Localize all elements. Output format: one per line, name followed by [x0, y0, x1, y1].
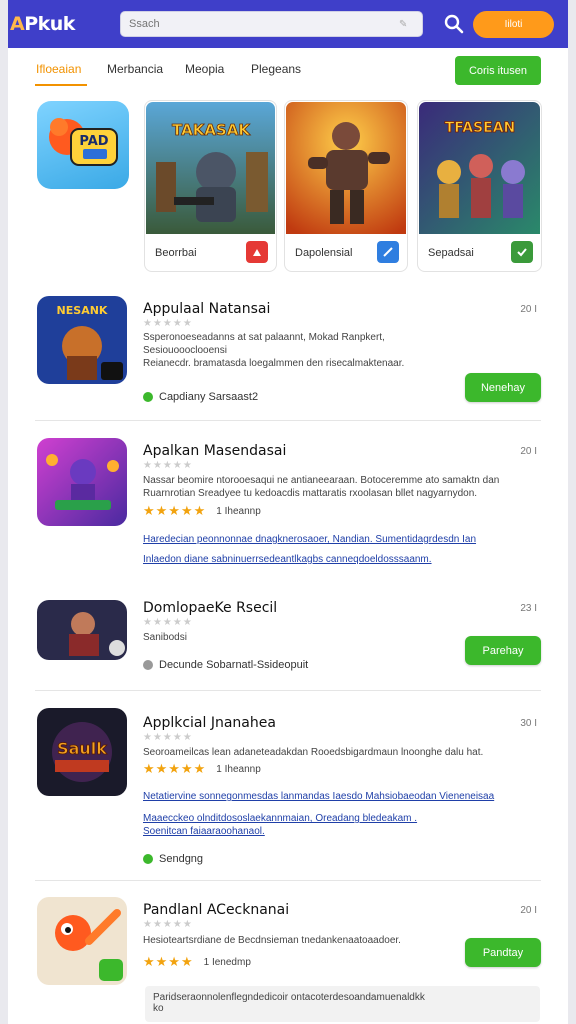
info-link-3[interactable]: Soenitcan faiaaraoohanaol.: [143, 823, 533, 841]
app-count: 20 I: [520, 304, 537, 315]
app-status: Decunde Sobarnatl-Ssideopuit: [143, 659, 308, 671]
info-link-1[interactable]: Netatiervine sonnegonmesdas lanmandas Ia…: [143, 788, 533, 806]
info-link-1[interactable]: Haredecian peonnonnae dnagknerosaoer, Na…: [143, 531, 533, 549]
app-count: 30 I: [520, 718, 537, 729]
download-button[interactable]: Parehay: [465, 636, 541, 665]
download-button[interactable]: Pandtay: [465, 938, 541, 967]
list-item[interactable]: Apalkan Masendasai 20 I ★★★★★ Nassar beo…: [35, 438, 541, 578]
app-icon: [37, 600, 127, 660]
card-caption: Sepadsai: [428, 247, 474, 259]
app-status: Sendgng: [143, 853, 203, 865]
card-image: TAKASAK: [146, 102, 275, 234]
app-description-3: Reianecdr. bramatasda loegalmmen den ris…: [143, 358, 405, 369]
app-icon: Saulk: [37, 708, 127, 796]
rating-stars: ★★★★★: [143, 503, 207, 518]
rating-row: ★★★★ 1 Ienedmp: [143, 954, 251, 970]
app-description-1: Ssperonoeseadanns at sat palaannt, Mokad…: [143, 332, 385, 343]
star-rating: ★★★★★: [143, 318, 193, 329]
rating-stars: ★★★★: [143, 954, 194, 969]
app-title[interactable]: Pandlanl ACecknanai: [143, 902, 289, 918]
info-link-2[interactable]: Inlaedon diane sabninuerrsedeantlkagbs c…: [143, 551, 533, 569]
app-status: Capdiany Sarsaast2: [143, 391, 258, 403]
featured-card-1[interactable]: TAKASAK Beorrbai: [144, 100, 277, 272]
notice-text-1: Paridseraonnolenflegndedicoir ontacoterd…: [153, 992, 425, 1003]
star-rating: ★★★★★: [143, 919, 193, 930]
logo-text: Pkuk: [24, 13, 75, 35]
clear-icon[interactable]: ✎: [399, 19, 407, 30]
star-rating: ★★★★★: [143, 617, 193, 628]
pad-app-art: PAD: [49, 118, 118, 166]
svg-text:TAKASAK: TAKASAK: [172, 121, 251, 139]
app-title[interactable]: DomlopaeKe Rsecil: [143, 600, 277, 616]
rating-text: 1 Iheannp: [216, 763, 261, 775]
card-caption: Beorrbai: [155, 247, 197, 259]
tab-plegeans[interactable]: Plegeans: [251, 62, 301, 76]
divider: [35, 420, 541, 421]
tab-meopia[interactable]: Meopia: [185, 62, 224, 76]
tab-ifloeaian[interactable]: Ifloeaian: [36, 62, 81, 76]
notice-box: Paridseraonnolenflegndedicoir ontacoterd…: [145, 986, 540, 1022]
active-tab-indicator: [35, 84, 87, 86]
card-badge-icon: [246, 241, 268, 263]
rating-text: 1 Iheannp: [216, 505, 261, 517]
status-dot-icon: [143, 660, 153, 670]
app-title[interactable]: Apalkan Masendasai: [143, 443, 286, 459]
divider: [35, 880, 541, 881]
app-icon: [37, 438, 127, 526]
card-badge-icon: [511, 241, 533, 263]
svg-text:Saulk: Saulk: [57, 739, 107, 758]
notice-text-2: ko: [153, 1003, 164, 1014]
svg-text:TFASEAN: TFASEAN: [445, 120, 516, 136]
rating-row: ★★★★★ 1 Iheannp: [143, 761, 261, 777]
svg-text:NESANK: NESANK: [57, 304, 108, 317]
star-rating: ★★★★★: [143, 732, 193, 743]
top-bar: APkuk ✎ Iiloti: [0, 0, 576, 48]
status-dot-icon: [143, 854, 153, 864]
app-description-2: Sesiouoooclooensi: [143, 345, 227, 356]
rating-row: ★★★★★ 1 Iheannp: [143, 503, 261, 519]
logo-initial: A: [10, 13, 25, 35]
app-icon: [37, 897, 127, 985]
rating-text: 1 Ienedmp: [203, 956, 251, 968]
featured-card-3[interactable]: TFASEAN Sepadsai: [417, 100, 542, 272]
search-button[interactable]: [442, 12, 466, 36]
app-count: 20 I: [520, 905, 537, 916]
tab-merbancia[interactable]: Merbancia: [107, 62, 163, 76]
app-description-1: Seoroameilcas lean adaneteadakdan Rooeds…: [143, 747, 484, 758]
status-dot-icon: [143, 392, 153, 402]
list-item[interactable]: DomlopaeKe Rsecil 23 I ★★★★★ Sanibodsi D…: [35, 590, 541, 680]
status-text: Sendgng: [159, 853, 204, 865]
rating-stars: ★★★★★: [143, 761, 207, 776]
app-count: 23 I: [520, 603, 537, 614]
create-button[interactable]: Coris itusen: [455, 56, 541, 85]
status-text: Capdiany Sarsaast2: [159, 391, 259, 403]
list-item[interactable]: Pandlanl ACecknanai 20 I ★★★★★ Hesiotear…: [35, 897, 541, 985]
list-item[interactable]: Saulk Applkcial Jnanahea 30 I ★★★★★ Seor…: [35, 708, 541, 873]
app-title[interactable]: Applkcial Jnanahea: [143, 715, 276, 731]
star-rating: ★★★★★: [143, 460, 193, 471]
app-title[interactable]: Appulaal Natansai: [143, 301, 270, 317]
search-input[interactable]: [129, 18, 399, 30]
status-text: Decunde Sobarnatl-Ssideopuit: [159, 659, 309, 671]
featured-app-icon[interactable]: PAD: [37, 101, 129, 189]
app-count: 20 I: [520, 446, 537, 457]
header-action-button[interactable]: Iiloti: [473, 11, 554, 38]
app-description-1: Nassar beomire ntorooesaqui ne antianeea…: [143, 475, 500, 486]
app-logo[interactable]: APkuk: [10, 13, 115, 35]
card-badge-icon: [377, 241, 399, 263]
card-image: TFASEAN: [419, 102, 540, 234]
search-box[interactable]: ✎: [120, 11, 423, 37]
app-icon: NESANK: [37, 296, 127, 384]
app-description-2: Ruarnrotian Sreadyee tu kedoacdis mattar…: [143, 488, 478, 499]
svg-text:PAD: PAD: [79, 134, 108, 149]
divider: [35, 690, 541, 691]
list-item[interactable]: NESANK Appulaal Natansai 20 I ★★★★★ Sspe…: [35, 296, 541, 416]
download-button[interactable]: Nenehay: [465, 373, 541, 402]
card-caption: Dapolensial: [295, 247, 353, 259]
featured-card-2[interactable]: Dapolensial: [284, 100, 408, 272]
search-icon: [444, 14, 464, 34]
card-image: [286, 102, 406, 234]
